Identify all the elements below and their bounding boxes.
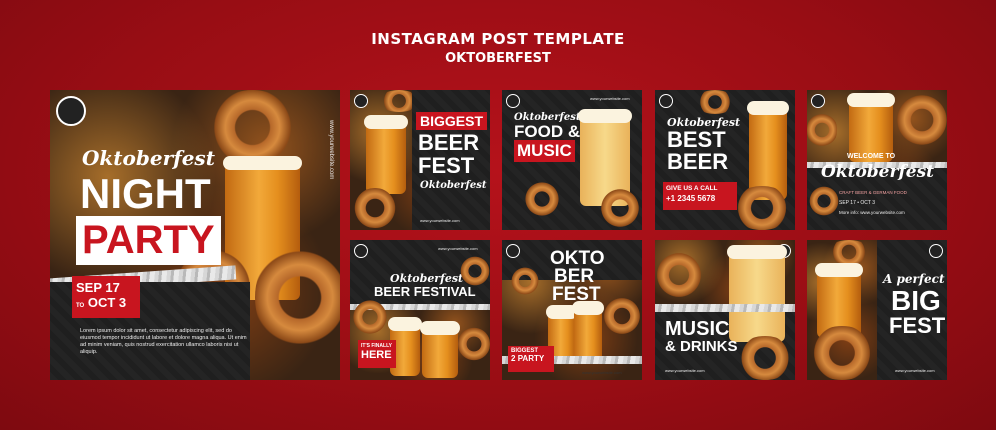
- pretzel-icon: [510, 266, 540, 296]
- post-best-beer[interactable]: Oktoberfest BEST BEER GIVE US A CALL +1 …: [655, 90, 795, 230]
- brand-title: Oktoberfest: [821, 162, 934, 182]
- logo-icon: [354, 244, 368, 258]
- post-music-drinks[interactable]: MUSIC & DRINKS www.yourwebsite.com: [655, 240, 795, 380]
- beer-glass-icon: [364, 115, 408, 194]
- website: www.yourwebsite.com: [590, 96, 630, 101]
- website: www.yourwebsite.com: [582, 370, 622, 375]
- logo-icon: [659, 94, 673, 108]
- pretzel-icon: [807, 326, 877, 380]
- logo-icon: [56, 96, 86, 126]
- beer-mug-icon: [727, 245, 787, 342]
- post-beer-festival[interactable]: www.yourwebsite.com Oktoberfest BEER FES…: [350, 240, 490, 380]
- headline-best: BEST: [667, 127, 726, 152]
- headline-big: BIG: [891, 285, 941, 316]
- website: www.yourwebsite.com: [665, 368, 705, 373]
- pretzel-icon: [735, 336, 795, 380]
- party-sub2: PARTY: [517, 354, 545, 363]
- pretzel-icon: [598, 188, 642, 228]
- headline-fest: FEST: [418, 153, 475, 178]
- logo-icon: [506, 94, 520, 108]
- date-to: TO: [76, 303, 85, 309]
- post-okto-ber-fest[interactable]: OKTO BER FEST BIGGEST 2 PARTY www.yourwe…: [502, 240, 642, 380]
- post-biggest-beer-fest[interactable]: BIGGEST BEER FEST Oktoberfest www.yourwe…: [350, 90, 490, 230]
- page-subtitle: OKTOBERFEST: [445, 51, 551, 66]
- website: www.yourwebsite.com: [420, 218, 460, 223]
- pretzel-icon: [807, 110, 837, 150]
- pretzel-icon: [731, 186, 793, 230]
- welcome-label: WELCOME TO: [847, 153, 896, 160]
- pretzel-icon: [602, 296, 642, 336]
- pretzel-icon: [350, 300, 390, 334]
- post-food-music[interactable]: www.yourwebsite.com Oktoberfest FOOD & M…: [502, 90, 642, 230]
- headline-beer: BEER: [667, 149, 729, 174]
- logo-icon: [506, 244, 520, 258]
- pretzel-icon: [807, 186, 841, 216]
- call-label: GIVE US A CALL: [666, 185, 718, 192]
- headline-food: FOOD &: [514, 122, 581, 141]
- pretzel-icon: [458, 324, 490, 364]
- website: www.yourwebsite.com: [895, 368, 935, 373]
- phone-number: +1 2345 5678: [666, 194, 716, 203]
- headline-fest: FEST: [889, 313, 946, 338]
- headline-music: MUSIC: [665, 318, 730, 340]
- pretzel-icon: [460, 254, 490, 288]
- date-badge: SEP 17 TO OCT 3: [72, 276, 140, 318]
- post-night-party[interactable]: www.yourwebsite.com Oktoberfest NIGHT PA…: [50, 90, 340, 380]
- headline-party: PARTY: [76, 216, 221, 265]
- logo-icon: [811, 94, 825, 108]
- brand-title: Oktoberfest: [420, 180, 487, 191]
- pretzel-icon: [827, 240, 871, 264]
- pretzel-icon: [522, 182, 562, 216]
- page-title: INSTAGRAM POST TEMPLATE: [371, 30, 625, 48]
- beer-glass-icon: [572, 301, 604, 362]
- torn-paper: [655, 304, 795, 312]
- headline-beer-festival: BEER FESTIVAL: [374, 284, 476, 299]
- pretzel-icon: [350, 188, 400, 228]
- website: www.yourwebsite.com: [438, 246, 478, 251]
- headline-music: MUSIC: [514, 140, 575, 162]
- body-text: Lorem ipsum dolor sit amet, consectetur …: [80, 328, 247, 356]
- finally-badge: IT'S FINALLY HERE: [358, 340, 396, 368]
- page-header: INSTAGRAM POST TEMPLATE OKTOBERFEST: [0, 30, 996, 66]
- post-big-fest[interactable]: A perfect BIG FEST www.yourwebsite.com: [807, 240, 947, 380]
- headline-biggest: BIGGEST: [416, 112, 488, 130]
- brand-title: Oktoberfest: [82, 146, 215, 170]
- subtitle-craft: CRAFT BEER & GERMAN FOOD: [839, 190, 907, 195]
- biggest-party-badge: BIGGEST 2 PARTY: [508, 346, 554, 372]
- pretzel-icon: [695, 90, 735, 114]
- pretzel-icon: [205, 90, 300, 165]
- headline-drinks: & DRINKS: [665, 338, 738, 355]
- pretzel-icon: [897, 90, 947, 150]
- logo-icon: [929, 244, 943, 258]
- beer-glass-icon: [420, 321, 460, 378]
- date-start: SEP 17: [76, 280, 120, 295]
- party-num: 2: [511, 354, 516, 363]
- logo-icon: [354, 94, 368, 108]
- pretzel-icon: [655, 250, 703, 300]
- more-info: More info: www.yourwebsite.com: [839, 210, 905, 215]
- post-welcome-oktoberfest[interactable]: WELCOME TO Oktoberfest CRAFT BEER & GERM…: [807, 90, 947, 230]
- headline-beer: BEER: [418, 130, 480, 155]
- headline-night: NIGHT: [80, 170, 211, 217]
- headline-a-perfect: A perfect: [883, 272, 945, 286]
- pretzel-icon: [255, 240, 340, 355]
- date-end: OCT 3: [87, 295, 127, 310]
- call-badge: GIVE US A CALL +1 2345 5678: [663, 182, 737, 210]
- event-date: SEP 17 • OCT 3: [839, 200, 876, 206]
- badge-line2: HERE: [361, 349, 392, 361]
- website-vertical: www.yourwebsite.com: [328, 120, 334, 180]
